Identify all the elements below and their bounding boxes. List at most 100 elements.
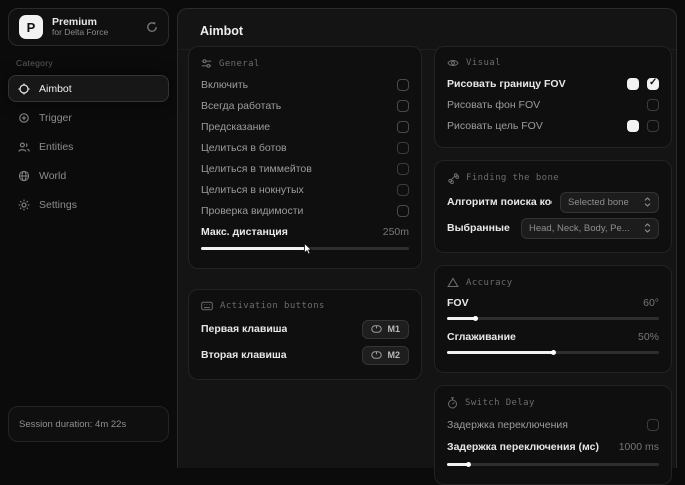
entities-icon	[18, 141, 30, 153]
globe-icon	[18, 170, 30, 182]
sync-icon[interactable]	[146, 21, 158, 33]
smoothing-slider[interactable]	[447, 351, 659, 354]
card-title: Activation buttons	[220, 301, 325, 311]
brand-logo: P	[19, 15, 43, 39]
sliders-icon	[201, 58, 212, 69]
eye-icon	[447, 58, 459, 68]
sidebar-item-entities[interactable]: Entities	[8, 133, 169, 160]
sidebar-item-label: World	[39, 170, 66, 182]
sidebar-item-label: Trigger	[39, 112, 72, 124]
checkbox[interactable]	[397, 79, 409, 91]
sidebar-item-world[interactable]: World	[8, 162, 169, 189]
select-value: Head, Neck, Body, Pe...	[529, 223, 630, 234]
right-column: Visual Рисовать границу FOV Рисовать фон…	[434, 46, 672, 485]
sidebar-item-label: Aimbot	[39, 83, 72, 95]
card-title: Accuracy	[466, 278, 513, 288]
product-subtitle: for Delta Force	[52, 28, 108, 38]
triangle-icon	[447, 277, 459, 288]
visual-row: Рисовать границу FOV	[447, 73, 659, 94]
mouse-icon	[371, 325, 382, 333]
keybind-label: Вторая клавиша	[201, 349, 287, 361]
checkbox[interactable]	[397, 142, 409, 154]
checkbox[interactable]	[397, 184, 409, 196]
chevrons-up-down-icon	[644, 197, 651, 207]
crosshair-icon	[18, 83, 30, 95]
timer-icon	[447, 397, 458, 409]
main-panel: Aimbot General Включить Всегда работать	[177, 8, 677, 468]
left-column: General Включить Всегда работать Предска…	[188, 46, 422, 380]
toggle-row: Целиться в тиммейтов	[201, 158, 409, 179]
sidebar-item-label: Entities	[39, 141, 73, 153]
bone-algorithm-select[interactable]: Selected bone	[560, 192, 659, 213]
toggle-label: Целиться в нокнутых	[201, 184, 304, 196]
card-finding-bone: Finding the bone Алгоритм поиска костей …	[434, 160, 672, 253]
toggle-label: Предсказание	[201, 121, 270, 133]
bone-algorithm-row: Алгоритм поиска костей Selected bone	[447, 189, 659, 215]
card-visual: Visual Рисовать границу FOV Рисовать фон…	[434, 46, 672, 148]
slider-value: 50%	[638, 331, 659, 343]
panel-header: Aimbot	[178, 9, 676, 50]
checkbox[interactable]	[397, 121, 409, 133]
checkbox[interactable]	[647, 99, 659, 111]
color-swatch[interactable]	[627, 78, 639, 90]
toggle-label: Всегда работать	[201, 100, 281, 112]
checkbox[interactable]	[647, 78, 659, 90]
checkbox[interactable]	[647, 120, 659, 132]
sidebar-item-trigger[interactable]: Trigger	[8, 104, 169, 131]
sidebar: P Premium for Delta Force Category Aimbo…	[0, 0, 177, 449]
toggle-row: Задержка переключения	[447, 414, 659, 435]
select-label: Алгоритм поиска костей	[447, 196, 552, 208]
card-switch-delay: Switch Delay Задержка переключения Задер…	[434, 385, 672, 485]
trigger-icon	[18, 112, 30, 124]
toggle-label: Целиться в тиммейтов	[201, 163, 312, 175]
visual-label: Рисовать границу FOV	[447, 78, 566, 90]
slider-label: Макс. дистанция	[201, 226, 288, 238]
select-value: Selected bone	[568, 197, 629, 208]
max-distance-slider[interactable]	[201, 247, 409, 250]
slider-row: Макс. дистанция 250m	[201, 221, 409, 242]
color-swatch[interactable]	[627, 120, 639, 132]
fov-slider[interactable]	[447, 317, 659, 320]
toggle-row: Включить	[201, 74, 409, 95]
switch-delay-slider[interactable]	[447, 463, 659, 466]
keybind-row: Вторая клавиша M2	[201, 342, 409, 368]
card-title: Switch Delay	[465, 398, 535, 408]
sidebar-item-settings[interactable]: Settings	[8, 191, 169, 218]
slider-label: FOV	[447, 297, 469, 309]
slider-value: 250m	[383, 226, 409, 238]
slider-row: FOV 60°	[447, 293, 659, 312]
session-status-label: Session duration: 4m 22s	[19, 419, 126, 430]
gear-icon	[18, 199, 30, 211]
bone-icon	[447, 172, 459, 184]
toggle-row: Проверка видимости	[201, 200, 409, 221]
mouse-cursor	[304, 243, 313, 255]
checkbox[interactable]	[397, 100, 409, 112]
keybind-label: Первая клавиша	[201, 323, 287, 335]
sidebar-nav: Aimbot Trigger Entities	[0, 75, 177, 218]
page-title: Aimbot	[200, 24, 243, 38]
checkbox[interactable]	[397, 205, 409, 217]
mouse-icon	[371, 351, 382, 359]
keybind-button-1[interactable]: M1	[362, 320, 409, 339]
sidebar-item-aimbot[interactable]: Aimbot	[8, 75, 169, 102]
slider-row: Сглаживание 50%	[447, 327, 659, 346]
card-general: General Включить Всегда работать Предска…	[188, 46, 422, 269]
chevrons-up-down-icon	[644, 223, 651, 233]
keybind-value: M1	[387, 324, 400, 334]
category-label: Category	[16, 58, 177, 68]
slider-label: Сглаживание	[447, 331, 516, 343]
card-title: Finding the bone	[466, 173, 559, 183]
keybind-value: M2	[387, 350, 400, 360]
keybind-button-2[interactable]: M2	[362, 346, 409, 365]
selected-bones-select[interactable]: Head, Neck, Body, Pe...	[521, 218, 659, 239]
card-accuracy: Accuracy FOV 60° Сглаживание 50%	[434, 265, 672, 373]
brand-card: P Premium for Delta Force	[8, 8, 169, 46]
checkbox[interactable]	[647, 419, 659, 431]
toggle-label: Задержка переключения	[447, 419, 568, 431]
select-label: Выбранные кости	[447, 222, 513, 234]
toggle-row: Целиться в нокнутых	[201, 179, 409, 200]
card-activation-buttons: Activation buttons Первая клавиша M1 Вто…	[188, 289, 422, 380]
session-status: Session duration: 4m 22s	[8, 406, 169, 442]
checkbox[interactable]	[397, 163, 409, 175]
selected-bones-row: Выбранные кости Head, Neck, Body, Pe...	[447, 215, 659, 241]
